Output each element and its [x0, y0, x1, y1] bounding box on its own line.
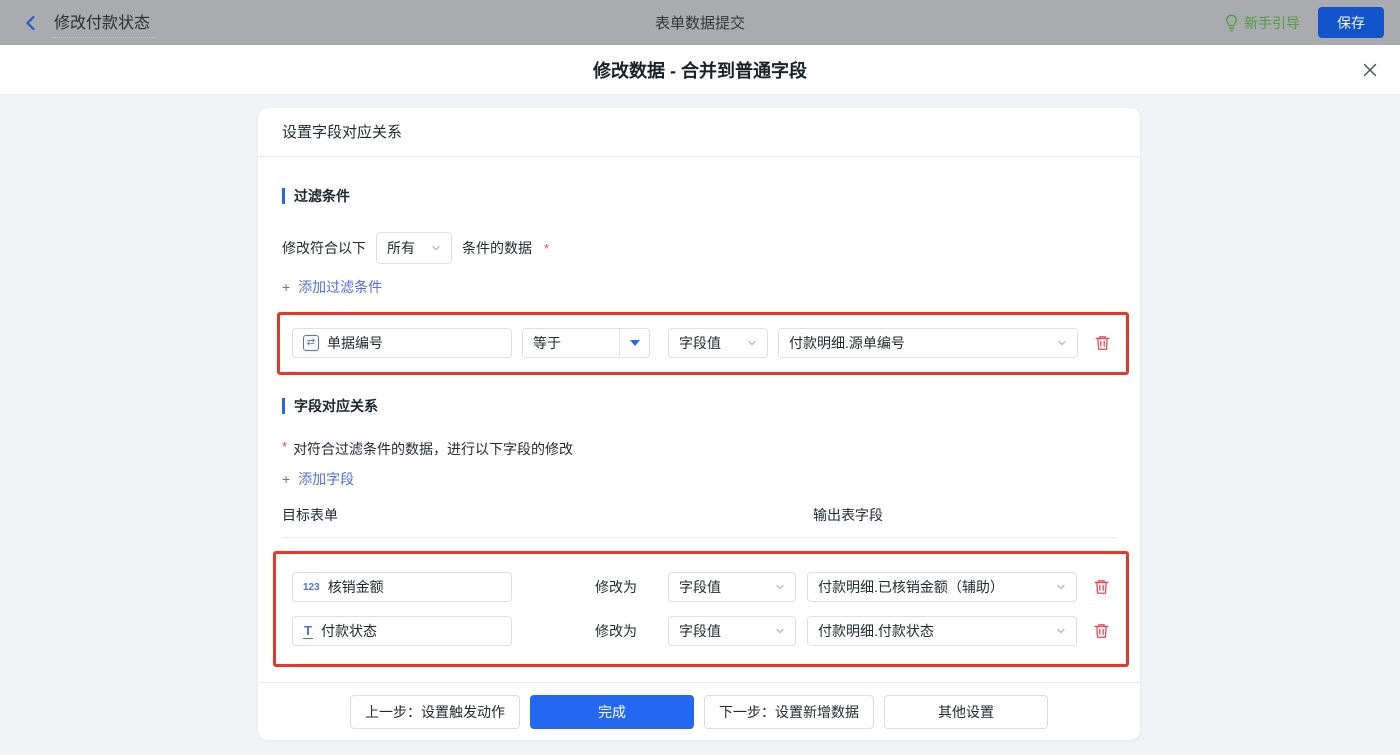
- condition-value-select[interactable]: 付款明细.源单编号: [778, 328, 1078, 358]
- output-field-select[interactable]: 付款明细.已核销金额（辅助）: [807, 572, 1077, 602]
- value-type-select[interactable]: 字段值: [668, 616, 796, 646]
- add-field-label: 添加字段: [298, 471, 355, 487]
- delete-mapping-icon[interactable]: [1093, 622, 1110, 640]
- add-filter-condition-label: 添加过滤条件: [298, 279, 383, 295]
- value-type-value: 字段值: [679, 579, 721, 595]
- value-type-value: 字段值: [679, 335, 721, 351]
- back-icon[interactable]: [22, 14, 40, 32]
- target-field-input[interactable]: T 付款状态: [292, 616, 512, 646]
- chevron-down-icon: [1056, 626, 1066, 636]
- target-field-label: 付款状态: [320, 623, 377, 639]
- next-step-button[interactable]: 下一步：设置新增数据: [704, 694, 874, 729]
- serial-number-field-icon: ⇄: [303, 335, 319, 351]
- prev-step-button[interactable]: 上一步：设置触发动作: [350, 694, 520, 729]
- chevron-down-icon: [775, 582, 785, 592]
- screen: 修改付款状态 表单数据提交 新手引导 保存 修改数据 - 合并到普通字段 设置字…: [0, 0, 1400, 755]
- plus-icon: +: [282, 471, 291, 487]
- text-field-icon: T: [303, 622, 313, 639]
- add-filter-condition-link[interactable]: + 添加过滤条件: [282, 277, 382, 297]
- match-suffix-label: 条件的数据: [462, 240, 532, 256]
- mapping-row: T 付款状态 修改为 字段值 付款明细.付款状态: [292, 616, 1126, 646]
- chevron-down-icon: [747, 338, 757, 348]
- operator-select[interactable]: 等于: [522, 328, 650, 358]
- output-field-select[interactable]: 付款明细.付款状态: [807, 616, 1077, 646]
- output-field-value: 付款明细.付款状态: [818, 623, 934, 639]
- beginner-guide-label: 新手引导: [1244, 14, 1300, 31]
- caret-down-icon: [619, 329, 649, 357]
- other-settings-button[interactable]: 其他设置: [884, 694, 1048, 729]
- plus-icon: +: [282, 279, 291, 295]
- mapping-columns-header: 目标表单 输出表字段: [282, 505, 1116, 538]
- required-asterisk: *: [544, 240, 550, 256]
- mapping-section-title: 字段对应关系: [282, 398, 1116, 414]
- annotation-box-filter: ⇄ 单据编号 等于 字段值 付款明细.源单编号: [277, 312, 1129, 375]
- trigger-node-label: 表单数据提交: [654, 15, 746, 32]
- chevron-down-icon: [1057, 338, 1067, 348]
- delete-mapping-icon[interactable]: [1093, 578, 1110, 596]
- mapping-hint-row: * 对符合过滤条件的数据，进行以下字段的修改: [282, 439, 1116, 459]
- mapping-row: 123 核销金额 修改为 字段值 付款明细.已核销金额（辅助）: [292, 572, 1126, 602]
- done-button[interactable]: 完成: [530, 694, 694, 729]
- annotation-box-mapping: 123 核销金额 修改为 字段值 付款明细.已核销金额（辅助） T 付款状态 修…: [273, 551, 1129, 667]
- chevron-down-icon: [431, 243, 441, 253]
- condition-field-label: 单据编号: [327, 335, 383, 351]
- target-field-input[interactable]: 123 核销金额: [292, 572, 512, 602]
- condition-field-input[interactable]: ⇄ 单据编号: [292, 328, 512, 358]
- close-icon[interactable]: [1362, 62, 1378, 78]
- modal-body: 设置字段对应关系 过滤条件 修改符合以下 所有 条件的数据 * + 添加过滤条件…: [0, 95, 1400, 755]
- condition-value: 付款明细.源单编号: [789, 335, 905, 351]
- modal-title: 修改数据 - 合并到普通字段: [593, 60, 807, 81]
- chevron-down-icon: [775, 626, 785, 636]
- modify-to-label: 修改为: [595, 623, 637, 639]
- operator-value: 等于: [533, 335, 561, 351]
- app-header: 修改付款状态 表单数据提交 新手引导 保存: [0, 0, 1400, 45]
- target-form-column-label: 目标表单: [282, 507, 338, 523]
- settings-card: 设置字段对应关系 过滤条件 修改符合以下 所有 条件的数据 * + 添加过滤条件…: [258, 108, 1140, 740]
- value-type-select[interactable]: 字段值: [668, 572, 796, 602]
- card-title: 设置字段对应关系: [258, 108, 1140, 157]
- modal-header: 修改数据 - 合并到普通字段: [0, 45, 1400, 95]
- value-type-select[interactable]: 字段值: [668, 328, 768, 358]
- modify-to-label: 修改为: [595, 579, 637, 595]
- output-field-column-label: 输出表字段: [813, 507, 883, 523]
- match-mode-value: 所有: [387, 240, 415, 256]
- delete-condition-icon[interactable]: [1094, 334, 1111, 352]
- match-prefix-label: 修改符合以下: [282, 240, 366, 256]
- filter-section-title: 过滤条件: [282, 188, 1116, 204]
- value-type-value: 字段值: [679, 623, 721, 639]
- match-mode-select[interactable]: 所有: [376, 232, 452, 264]
- workflow-title[interactable]: 修改付款状态: [52, 7, 157, 38]
- output-field-value: 付款明细.已核销金额（辅助）: [818, 579, 1004, 595]
- required-asterisk: *: [282, 439, 288, 454]
- number-field-icon: 123: [303, 581, 320, 593]
- card-footer: 上一步：设置触发动作 完成 下一步：设置新增数据 其他设置: [258, 682, 1140, 740]
- mapping-hint-label: 对符合过滤条件的数据，进行以下字段的修改: [293, 441, 574, 457]
- lightbulb-icon: [1224, 14, 1239, 32]
- target-field-label: 核销金额: [327, 579, 384, 595]
- match-mode-row: 修改符合以下 所有 条件的数据 *: [282, 232, 1116, 264]
- add-field-link[interactable]: + 添加字段: [282, 469, 354, 489]
- chevron-down-icon: [1056, 582, 1066, 592]
- beginner-guide-link[interactable]: 新手引导: [1224, 13, 1300, 33]
- save-button[interactable]: 保存: [1318, 7, 1384, 38]
